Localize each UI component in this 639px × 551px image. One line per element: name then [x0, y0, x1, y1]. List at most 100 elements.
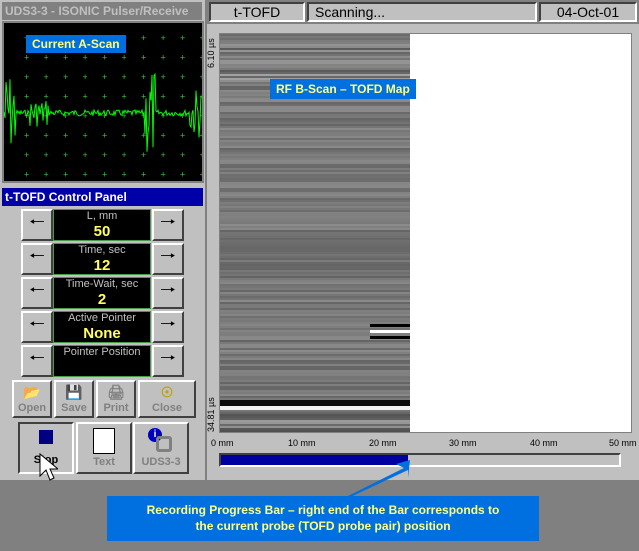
grid-marker: + [180, 53, 185, 63]
grid-marker: + [141, 72, 146, 82]
bscan-row [220, 138, 410, 140]
bscan-row [220, 328, 410, 330]
bscan-row [220, 142, 410, 144]
bscan-row [220, 42, 410, 44]
open-label: Open [17, 402, 47, 414]
bscan-row [220, 178, 410, 180]
bscan-row [220, 376, 410, 378]
bscan-row [220, 388, 410, 390]
grid-marker: + [102, 92, 107, 102]
position-increase-button[interactable]: 🠒 [152, 345, 184, 377]
bscan-row [220, 54, 410, 56]
bscan-row [220, 258, 410, 260]
bscan-row [220, 242, 410, 244]
grid-marker: + [200, 72, 203, 82]
bscan-row [220, 366, 410, 368]
grid-marker: + [200, 53, 203, 63]
date-indicator: 04-Oct-01 [539, 2, 637, 22]
bscan-row [220, 274, 410, 276]
bscan-row [220, 348, 410, 350]
bscan-row [220, 226, 410, 228]
arrow-left-icon: 🠐 [29, 280, 45, 300]
bscan-indication [370, 336, 410, 339]
param-label: Active Pointer [68, 312, 136, 324]
bscan-row [220, 136, 410, 138]
grid-marker: + [180, 72, 185, 82]
bscan-row [220, 228, 410, 230]
bscan-row [220, 230, 410, 232]
grid-marker: + [200, 131, 203, 141]
grid-marker: + [161, 150, 166, 160]
grid-marker: + [44, 53, 49, 63]
bscan-row [220, 410, 410, 412]
bscan-row [220, 194, 410, 196]
bscan-row [220, 288, 410, 290]
grid-marker: + [63, 131, 68, 141]
bscan-row [220, 40, 410, 42]
bscan-row [220, 428, 410, 430]
bscan-row [220, 372, 410, 374]
status-indicator: Scanning... [307, 2, 537, 22]
grid-marker: + [24, 53, 29, 63]
bscan-row [220, 368, 410, 370]
bscan-row [220, 244, 410, 246]
bscan-row [220, 238, 410, 240]
bscan-row [220, 340, 410, 342]
print-button[interactable]: 🖨 Print [96, 380, 136, 418]
param-label: L, mm [86, 210, 118, 222]
bscan-row [220, 234, 410, 236]
grid-marker: + [63, 170, 68, 180]
bscan-row [220, 206, 410, 208]
text-button[interactable]: Text [76, 422, 132, 474]
arrow-left-icon: 🠐 [29, 314, 45, 334]
param-label: Pointer Position [63, 346, 141, 358]
bscan-row [220, 276, 410, 278]
param-active-pointer: Active Pointer None [53, 311, 151, 343]
timewait-increase-button[interactable]: 🠒 [152, 277, 184, 309]
grid-marker: + [63, 53, 68, 63]
bscan-row [220, 290, 410, 292]
bscan-row [220, 126, 410, 128]
grid-marker: + [180, 131, 185, 141]
save-button[interactable]: 💾 Save [54, 380, 94, 418]
bscan-row [220, 248, 410, 250]
bscan-row [220, 360, 410, 362]
x-tick-label: 0 mm [211, 438, 234, 448]
close-icon: ☉ [160, 384, 174, 400]
l-increase-button[interactable]: 🠒 [152, 209, 184, 241]
bscan-row [220, 232, 410, 234]
grid-marker: + [44, 72, 49, 82]
grid-marker: + [24, 131, 29, 141]
bscan-row [220, 58, 410, 60]
open-button[interactable]: 📂 Open [12, 380, 52, 418]
bscan-row [220, 430, 410, 432]
bscan-row [220, 250, 410, 252]
bscan-row [220, 180, 410, 182]
bscan-row [220, 396, 410, 398]
x-tick-label: 10 mm [288, 438, 316, 448]
position-decrease-button[interactable]: 🠐 [21, 345, 53, 377]
bscan-row [220, 120, 410, 122]
bscan-row [220, 414, 410, 416]
uds-button[interactable]: i UDS3-3 [133, 422, 189, 474]
time-decrease-button[interactable]: 🠐 [21, 243, 53, 275]
bscan-row [220, 418, 410, 420]
bscan-row [220, 356, 410, 358]
grid-marker: + [83, 150, 88, 160]
time-increase-button[interactable]: 🠒 [152, 243, 184, 275]
bscan-row [220, 398, 410, 400]
param-pointer-position: Pointer Position [53, 345, 151, 377]
bscan-row [220, 190, 410, 192]
grid-marker: + [24, 150, 29, 160]
bscan-row [220, 362, 410, 364]
pointer-increase-button[interactable]: 🠒 [152, 311, 184, 343]
grid-marker: + [161, 33, 166, 43]
bscan-row [220, 46, 410, 48]
bscan-row [220, 344, 410, 346]
l-decrease-button[interactable]: 🠐 [21, 209, 53, 241]
notepad-icon [93, 428, 115, 454]
timewait-decrease-button[interactable]: 🠐 [21, 277, 53, 309]
close-button[interactable]: ☉ Close [138, 380, 196, 418]
bscan-row [220, 166, 410, 168]
pointer-decrease-button[interactable]: 🠐 [21, 311, 53, 343]
